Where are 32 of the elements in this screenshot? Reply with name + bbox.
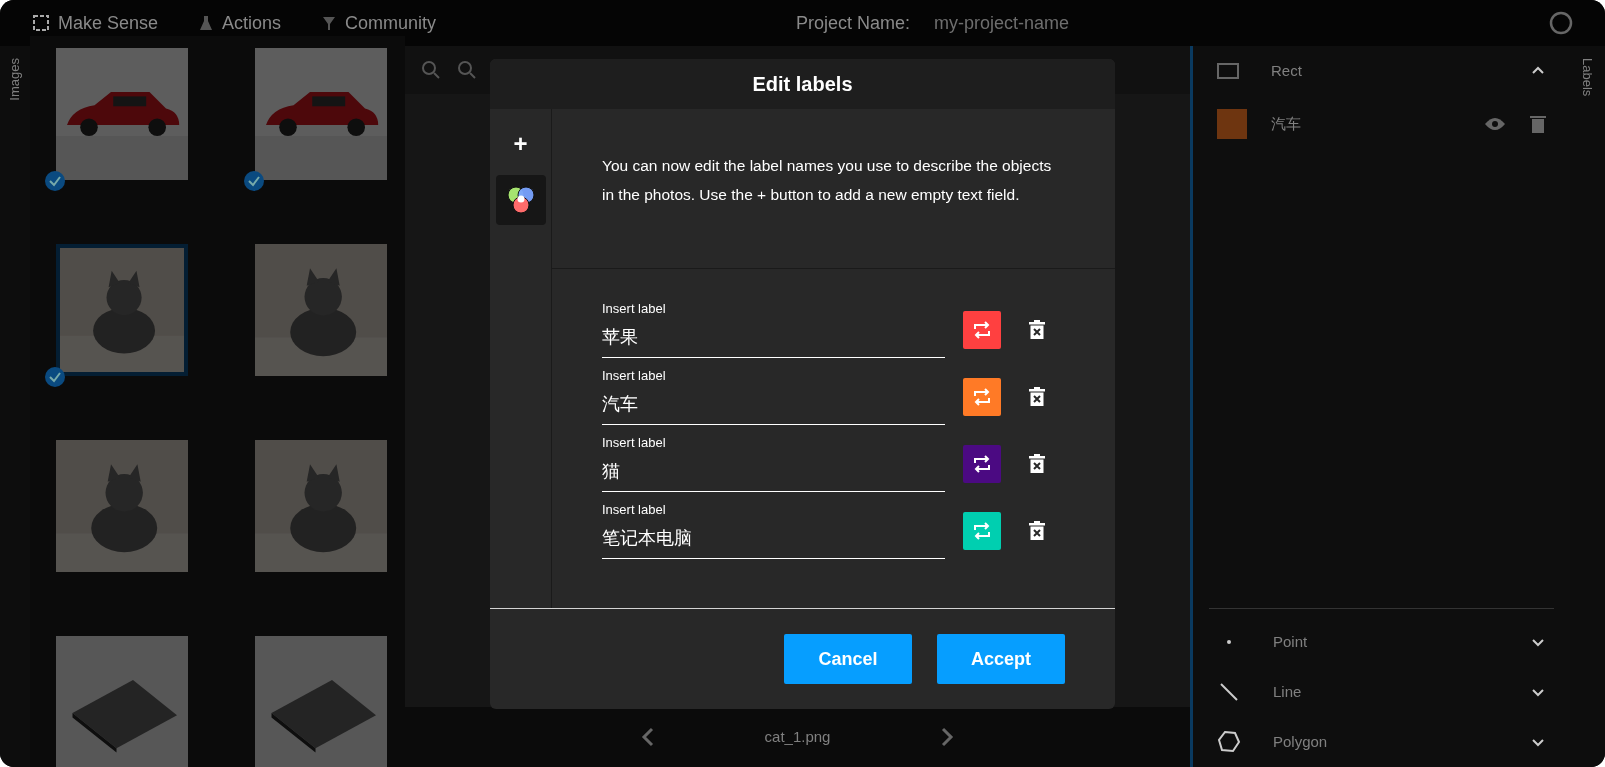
label-input[interactable]: Insert label 猫 — [602, 435, 945, 492]
app-title: Make Sense — [58, 11, 159, 35]
add-label-button[interactable]: + — [505, 129, 536, 159]
tool-header[interactable]: Rect — [1193, 46, 1570, 96]
file-name: cat_1.png — [764, 726, 831, 747]
label-input-field[interactable]: 猫 — [602, 451, 945, 491]
label-input-field[interactable]: 笔记本电脑 — [602, 518, 945, 558]
label-input[interactable]: Insert label 汽车 — [602, 368, 945, 425]
dialog-title: Edit labels — [752, 72, 853, 97]
project-name-label: Project Name: — [795, 11, 910, 35]
tool-row[interactable]: Line — [1193, 667, 1570, 717]
field-caption: Insert label — [602, 435, 667, 451]
field-caption: Insert label — [602, 301, 667, 317]
label-name: 汽车 — [1271, 113, 1302, 134]
dialog-description: You can now edit the label names you use to describe the objects in the photos. Use the + button to add a new empty text field. — [602, 156, 1053, 205]
label-input-field[interactable]: 苹果 — [602, 317, 945, 357]
side-tab-label: Images — [6, 58, 24, 101]
tool-row[interactable]: Polygon — [1193, 717, 1570, 767]
field-caption: Insert label — [602, 502, 667, 518]
field-caption: Insert label — [602, 368, 667, 384]
tool-name: Point — [1273, 631, 1309, 652]
tool-row[interactable]: Point — [1193, 617, 1570, 667]
tool-name: Rect — [1271, 60, 1303, 81]
project-name-field[interactable]: my-project-name — [933, 9, 1069, 37]
tool-name: Polygon — [1273, 731, 1329, 752]
side-tab-label: Labels — [1579, 58, 1597, 97]
label-input-field[interactable]: 汽车 — [602, 384, 945, 424]
label-input[interactable]: Insert label 苹果 — [602, 301, 945, 358]
menu-item[interactable]: Actions — [198, 9, 282, 37]
label-input[interactable]: Insert label 笔记本电脑 — [602, 502, 945, 559]
tool-name: Line — [1273, 681, 1303, 702]
menu-item[interactable]: Community — [321, 9, 437, 37]
